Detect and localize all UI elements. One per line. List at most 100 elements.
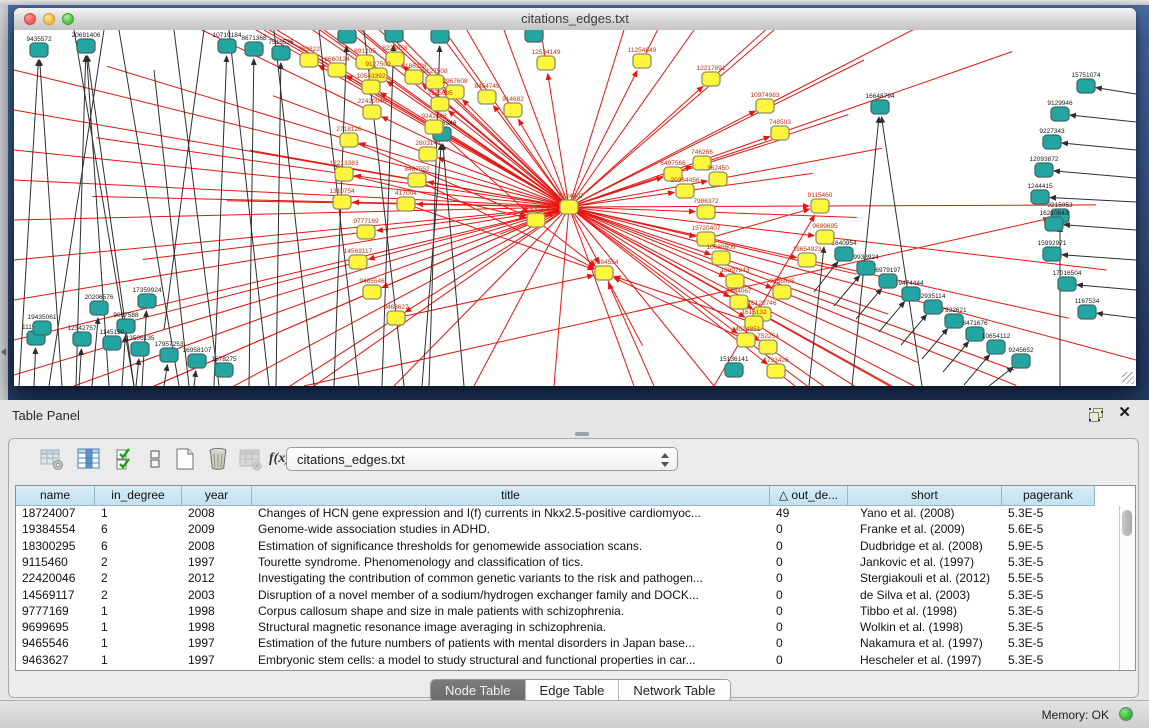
graph-node[interactable]	[1045, 217, 1063, 231]
network-view-window[interactable]: citations_edges.txt 94355722069140610719…	[14, 8, 1136, 386]
tab-network-table[interactable]: Network Table	[619, 680, 729, 701]
window-titlebar[interactable]: citations_edges.txt	[14, 8, 1136, 31]
graph-node[interactable]	[1051, 107, 1069, 121]
table-row[interactable]: 969969511998Structural magnetic resonanc…	[16, 620, 1119, 636]
network-canvas[interactable]: 9435572206914061071918486713687515526106…	[14, 30, 1136, 386]
graph-node[interactable]	[527, 213, 545, 227]
graph-node[interactable]	[300, 53, 318, 67]
graph-node[interactable]	[879, 274, 897, 288]
graph-node[interactable]	[525, 30, 543, 42]
graph-node[interactable]	[1043, 135, 1061, 149]
graph-node[interactable]	[773, 285, 791, 299]
graph-node[interactable]	[902, 287, 920, 301]
graph-node[interactable]	[1078, 305, 1096, 319]
table-row[interactable]: 1938455462009Genome-wide association stu…	[16, 522, 1119, 538]
table-row[interactable]: 977716911998Corpus callosum shape and si…	[16, 604, 1119, 620]
graph-node[interactable]	[272, 46, 290, 60]
graph-node[interactable]	[419, 147, 437, 161]
graph-node[interactable]	[726, 274, 744, 288]
graph-node[interactable]	[633, 54, 651, 68]
graph-node[interactable]	[712, 251, 730, 265]
graph-node[interactable]	[362, 80, 380, 94]
graph-node[interactable]	[871, 100, 889, 114]
graph-node[interactable]	[385, 30, 403, 42]
graph-node[interactable]	[131, 342, 149, 356]
table-row[interactable]: 946554611997Estimation of the future num…	[16, 636, 1119, 652]
graph-node[interactable]	[363, 285, 381, 299]
graph-node[interactable]	[756, 99, 774, 113]
select-column-button[interactable]	[76, 446, 102, 472]
table-row[interactable]: 2242004622012Investigating the contribut…	[16, 571, 1119, 587]
column-header-pagerank[interactable]: pagerank	[1002, 486, 1095, 506]
graph-node[interactable]	[333, 195, 351, 209]
graph-node[interactable]	[77, 39, 95, 53]
graph-node[interactable]	[340, 133, 358, 147]
graph-node[interactable]	[1043, 247, 1061, 261]
graph-node[interactable]	[1031, 190, 1049, 204]
graph-node[interactable]	[676, 184, 694, 198]
graph-node[interactable]	[73, 332, 91, 346]
column-header-short[interactable]: short	[848, 486, 1002, 506]
graph-node[interactable]	[798, 253, 816, 267]
column-header-year[interactable]: year	[182, 486, 252, 506]
table-settings-button[interactable]	[39, 446, 65, 472]
memory-status-indicator[interactable]	[1119, 707, 1133, 721]
graph-node[interactable]	[504, 103, 522, 117]
graph-node[interactable]	[218, 39, 236, 53]
graph-node[interactable]	[560, 200, 578, 214]
graph-node[interactable]	[188, 354, 206, 368]
graph-node[interactable]	[30, 43, 48, 57]
table-scrollbar-thumb[interactable]	[1122, 510, 1132, 536]
graph-node[interactable]	[33, 321, 51, 335]
graph-node[interactable]	[387, 311, 405, 325]
graph-node[interactable]	[709, 172, 727, 186]
graph-node[interactable]	[349, 255, 367, 269]
graph-node[interactable]	[725, 363, 743, 377]
graph-node[interactable]	[426, 75, 444, 89]
close-panel-icon[interactable]: ✕	[1118, 405, 1131, 421]
table-row[interactable]: 911546021997Tourette syndrome. Phenomeno…	[16, 555, 1119, 571]
graph-node[interactable]	[90, 301, 108, 315]
graph-node[interactable]	[702, 72, 720, 86]
column-header-title[interactable]: title	[252, 486, 770, 506]
graph-node[interactable]	[595, 266, 613, 280]
import-table-button-disabled[interactable]	[237, 446, 263, 472]
select-rows-button[interactable]	[113, 446, 139, 472]
graph-node[interactable]	[363, 105, 381, 119]
graph-node[interactable]	[425, 120, 443, 134]
graph-node[interactable]	[811, 199, 829, 213]
graph-node[interactable]	[357, 225, 375, 239]
tab-node-table[interactable]: Node Table	[431, 680, 526, 701]
column-header-outde[interactable]: △ out_de...	[770, 486, 848, 506]
graph-node[interactable]	[1012, 354, 1030, 368]
graph-node[interactable]	[160, 348, 178, 362]
graph-node[interactable]	[328, 63, 346, 77]
splitter-handle[interactable]	[575, 432, 589, 436]
column-header-indegree[interactable]: in_degree	[95, 486, 182, 506]
panel-collapse-arrow-icon[interactable]	[1, 348, 6, 356]
graph-node[interactable]	[138, 294, 156, 308]
graph-node[interactable]	[697, 205, 715, 219]
graph-node[interactable]	[987, 340, 1005, 354]
graph-node[interactable]	[771, 126, 789, 140]
graph-node[interactable]	[431, 97, 449, 111]
delete-table-button[interactable]	[205, 446, 231, 472]
float-panel-icon[interactable]	[1089, 408, 1103, 421]
graph-node[interactable]	[245, 42, 263, 56]
graph-node[interactable]	[1035, 163, 1053, 177]
window-resize-grip[interactable]	[1122, 372, 1134, 384]
table-scrollbar[interactable]	[1119, 506, 1135, 670]
table-source-combobox[interactable]: citations_edges.txt	[286, 447, 678, 471]
graph-node[interactable]	[335, 167, 353, 181]
row-height-button[interactable]	[142, 446, 168, 472]
tab-edge-table[interactable]: Edge Table	[526, 680, 620, 701]
column-header-name[interactable]: name	[16, 486, 95, 506]
table-row[interactable]: 1456911722003Disruption of a novel membe…	[16, 588, 1119, 604]
table-row[interactable]: 1872400712008Changes of HCN gene express…	[16, 506, 1119, 522]
new-table-button[interactable]	[172, 446, 198, 472]
graph-node[interactable]	[103, 336, 121, 350]
graph-node[interactable]	[478, 90, 496, 104]
graph-node[interactable]	[537, 56, 555, 70]
graph-node[interactable]	[405, 70, 423, 84]
graph-node[interactable]	[737, 333, 755, 347]
